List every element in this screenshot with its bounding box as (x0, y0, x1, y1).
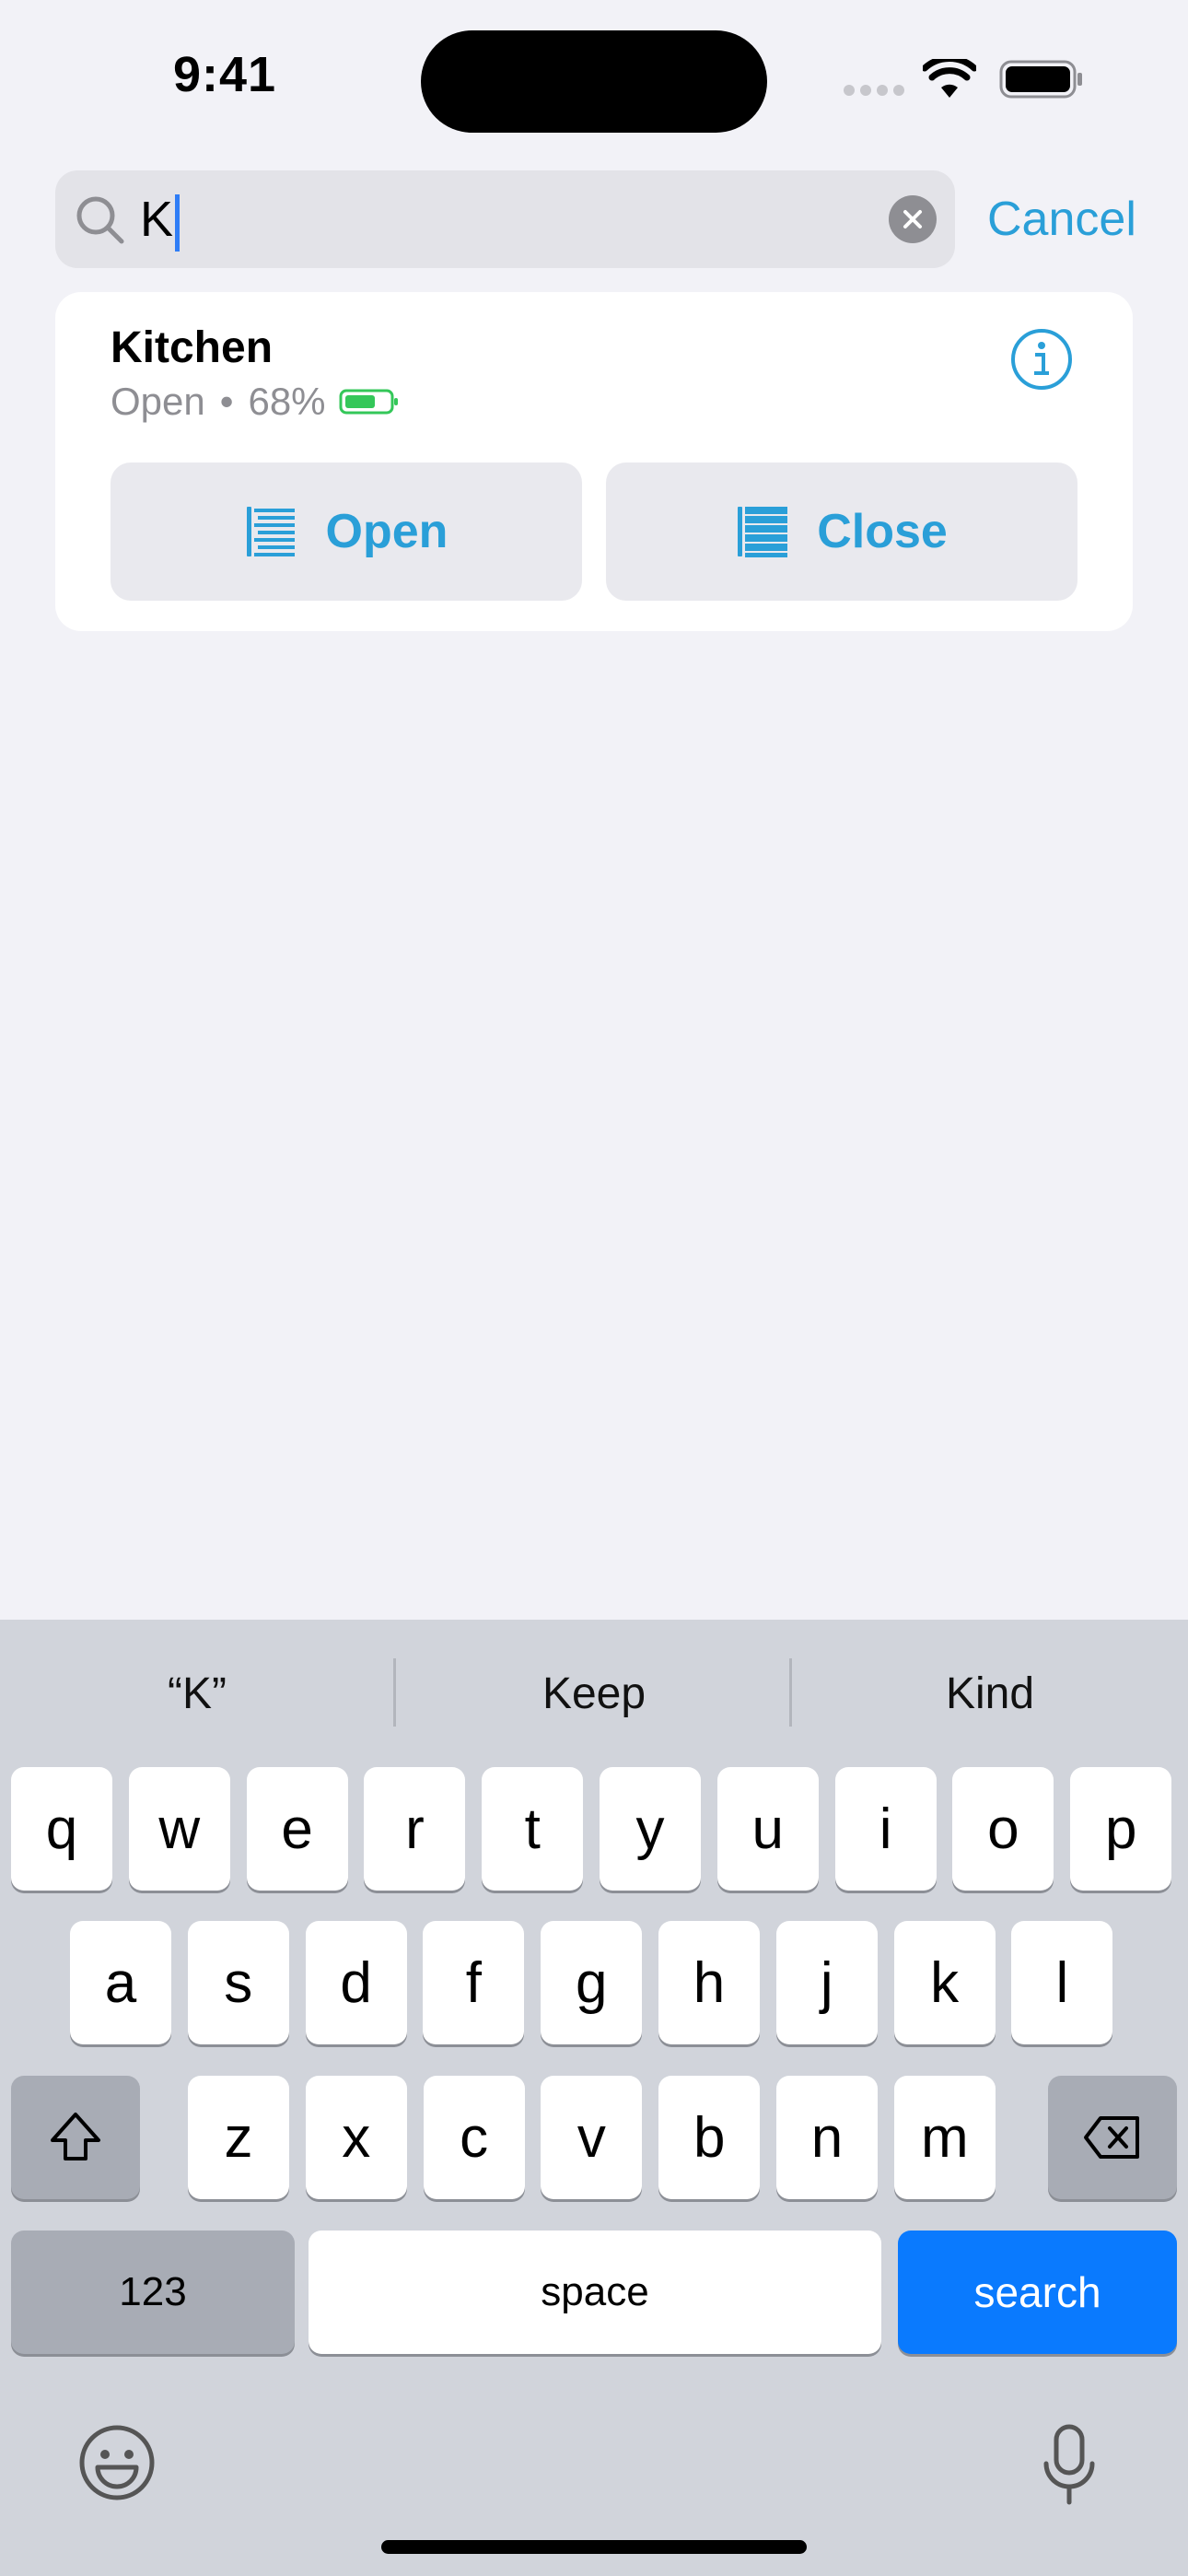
key-f[interactable]: f (423, 1921, 525, 2044)
clear-search-button[interactable] (889, 195, 937, 243)
key-u[interactable]: u (716, 1767, 819, 1891)
key-t[interactable]: t (482, 1767, 584, 1891)
battery-icon (999, 60, 1082, 99)
key-p[interactable]: p (1070, 1767, 1172, 1891)
key-b[interactable]: b (658, 2076, 761, 2199)
key-a[interactable]: a (70, 1921, 171, 2044)
status-time: 9:41 (173, 47, 277, 102)
key-q[interactable]: q (11, 1767, 112, 1891)
close-button[interactable]: Close (606, 463, 1077, 601)
space-key[interactable]: space (309, 2231, 881, 2354)
close-button-label: Close (817, 505, 948, 558)
close-icon (903, 210, 922, 228)
search-input-value: K (140, 192, 174, 247)
search-key[interactable]: search (898, 2231, 1177, 2354)
home-indicator (381, 2540, 807, 2554)
delete-key[interactable] (1048, 2076, 1177, 2199)
search-field[interactable] (55, 170, 955, 268)
text-caret (175, 193, 181, 252)
battery-icon (339, 389, 398, 415)
key-n[interactable]: n (776, 2076, 878, 2199)
accessory-name: Kitchen (111, 323, 274, 372)
key-h[interactable]: h (658, 1921, 760, 2044)
key-g[interactable]: g (541, 1921, 643, 2044)
numbers-key[interactable]: 123 (11, 2231, 295, 2354)
key-l[interactable]: l (1011, 1921, 1113, 2044)
wifi-icon (923, 59, 976, 98)
key-m[interactable]: m (893, 2076, 996, 2199)
cellular-signal-icon (844, 85, 904, 98)
shift-key[interactable] (11, 2076, 140, 2199)
key-d[interactable]: d (305, 1921, 407, 2044)
key-j[interactable]: j (775, 1921, 878, 2044)
key-v[interactable]: v (541, 2076, 643, 2199)
accessory-state: Open (111, 380, 205, 423)
open-button[interactable]: Open (111, 463, 582, 601)
emoji-icon[interactable] (77, 2423, 157, 2502)
key-y[interactable]: y (600, 1767, 701, 1891)
blinds-closed-icon (738, 507, 788, 557)
key-r[interactable]: r (364, 1767, 466, 1891)
blinds-open-icon (246, 507, 295, 556)
key-w[interactable]: w (128, 1767, 230, 1891)
suggestion-2[interactable]: Keep (397, 1649, 791, 1738)
search-input[interactable]: K (140, 189, 181, 252)
status-separator: • (219, 380, 234, 423)
key-c[interactable]: c (423, 2076, 525, 2199)
key-k[interactable]: k (893, 1921, 996, 2044)
key-i[interactable]: i (834, 1767, 937, 1891)
delete-icon (1084, 2116, 1139, 2159)
key-s[interactable]: s (187, 1921, 289, 2044)
key-x[interactable]: x (305, 2076, 407, 2199)
key-o[interactable]: o (952, 1767, 1054, 1891)
key-z[interactable]: z (188, 2076, 289, 2199)
search-icon (76, 196, 124, 244)
cancel-button[interactable]: Cancel (987, 189, 1136, 250)
suggestion-divider (789, 1658, 792, 1727)
suggestion-1[interactable]: “K” (0, 1649, 394, 1738)
shift-icon (51, 2113, 100, 2160)
suggestion-3[interactable]: Kind (793, 1649, 1187, 1738)
key-e[interactable]: e (246, 1767, 348, 1891)
microphone-icon[interactable] (1041, 2423, 1098, 2508)
accessory-status: Open • 68% (111, 380, 400, 424)
battery-percentage: 68% (248, 380, 326, 423)
info-icon[interactable] (1009, 327, 1074, 392)
dynamic-island (421, 30, 767, 133)
open-button-label: Open (325, 505, 448, 558)
suggestion-divider (393, 1658, 396, 1727)
